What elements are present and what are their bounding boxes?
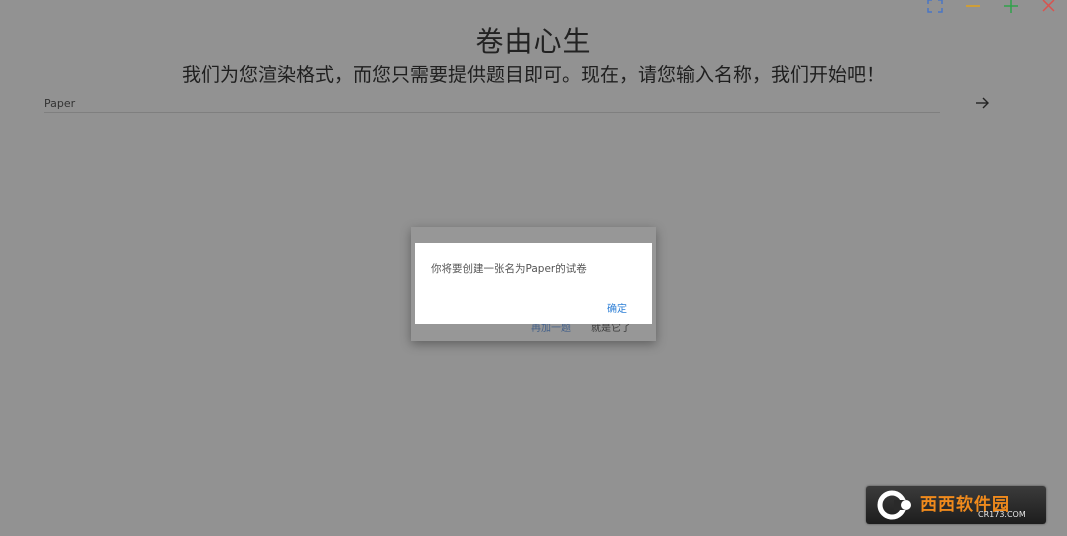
maximize-icon bbox=[1004, 0, 1018, 13]
maximize-button[interactable] bbox=[999, 0, 1023, 16]
close-icon bbox=[1042, 0, 1055, 12]
watermark: 西西软件园 CR173.COM bbox=[866, 486, 1046, 524]
alert-message: 你将要创建一张名为Paper的试卷 bbox=[431, 263, 587, 275]
fullscreen-button[interactable] bbox=[923, 0, 947, 16]
fullscreen-icon bbox=[927, 0, 943, 13]
close-button[interactable] bbox=[1037, 0, 1061, 16]
watermark-logo-icon bbox=[877, 490, 911, 520]
watermark-url: CR173.COM bbox=[978, 510, 1026, 519]
app-title: 卷由心生 bbox=[475, 25, 592, 58]
submit-button[interactable] bbox=[972, 94, 992, 112]
app-subtitle: 我们为您渲染格式，而您只需要提供题目即可。现在，请您输入名称，我们开始吧！ bbox=[181, 64, 885, 86]
alert-confirm-button[interactable]: 确定 bbox=[607, 300, 627, 315]
window-controls bbox=[923, 0, 1061, 16]
alert-dialog: 你将要创建一张名为Paper的试卷 确定 bbox=[415, 243, 652, 324]
paper-name-input[interactable] bbox=[44, 94, 940, 113]
minimize-button[interactable] bbox=[961, 0, 985, 16]
minimize-icon bbox=[966, 5, 980, 7]
arrow-right-icon bbox=[976, 97, 989, 109]
